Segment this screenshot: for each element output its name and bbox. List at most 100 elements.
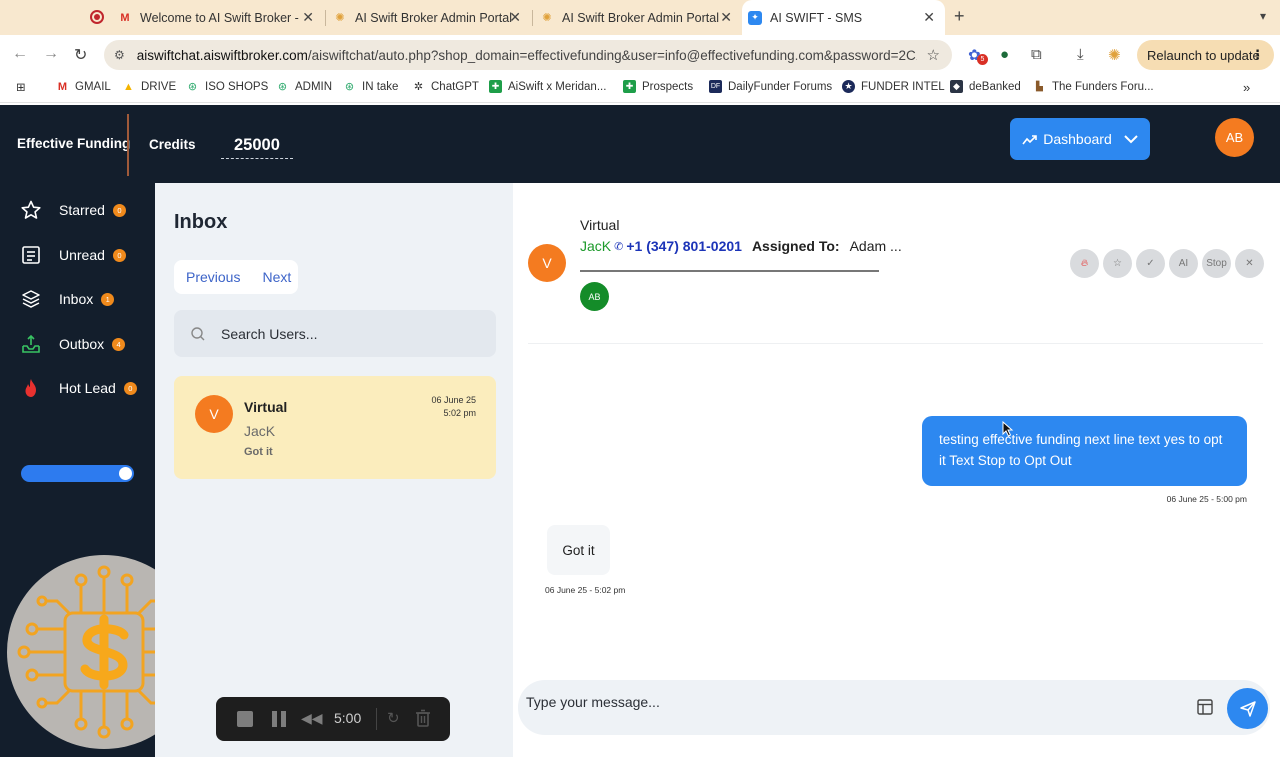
close-tab-icon[interactable]: ✕ [302,9,314,26]
sidebar-item-label: Inbox [59,291,94,307]
bookmark-drive[interactable]: ▲ DRIVE [122,80,176,93]
bookmark-chatgpt[interactable]: ✲ ChatGPT [412,80,479,94]
more-bookmarks-chevron-icon[interactable]: » [1243,80,1250,95]
inbox-panel: Inbox Previous Next V Virtual JacK Got i… [155,183,513,757]
download-icon[interactable]: ⤓ [1077,46,1084,63]
address-bar[interactable]: ⚙ aiswiftchat.aiswiftbroker.com/aiswiftc… [104,40,952,70]
screen-recorder-controls: ◀◀ 5:00 ↻ [216,697,450,741]
bookmark-funders-forum[interactable]: ▙ The Funders Foru... [1033,80,1154,93]
bookmark-debanked[interactable]: ◆ deBanked [950,80,1021,93]
fire-icon [20,377,42,399]
outbox-tray-icon [20,333,42,355]
recording-indicator-icon [90,10,104,24]
dashboard-button[interactable]: Dashboard [1010,118,1150,160]
more-vertical-icon[interactable]: ⋮ [1251,47,1264,63]
chat-actions: 🔥︎ ☆ ✓ AI Stop ✕ [1070,249,1264,278]
sidebar-toggle-slider[interactable] [21,465,134,482]
bookmark-intake[interactable]: ⊛ IN take [343,80,399,94]
tab-search-chevron-icon[interactable]: ▾ [1260,9,1266,23]
close-tab-icon[interactable]: ✕ [509,9,521,26]
chat-contact-name: Virtual [580,217,620,233]
sidebar-item-label: Unread [59,247,105,263]
app-header: Effective Funding Credits 25000 Dashboar… [0,105,1280,183]
bookmark-dailyfunder[interactable]: DF DailyFunder Forums [709,80,832,93]
pause-recording-icon[interactable] [272,711,286,727]
chat-pane: V Virtual JacK ✆ +1 (347) 801-0201 Assig… [513,183,1280,757]
conversation-item[interactable]: V Virtual JacK Got it 06 June 25 5:02 pm [174,376,496,479]
restart-recording-icon[interactable]: ↻ [387,709,400,727]
browser-tab-sms[interactable]: ✦ AI SWIFT - SMS ✕ [742,0,945,35]
apps-grid-icon[interactable]: ⊞ [16,80,26,94]
credits-value: 25000 [221,136,293,159]
bookmark-prospects[interactable]: ✚ Prospects [623,80,693,93]
site-settings-icon[interactable]: ⚙ [114,48,125,62]
sidebar-item-starred[interactable]: Starred 0 [20,198,150,222]
bookmark-gmail[interactable]: M GMAIL [56,80,111,93]
hot-lead-button[interactable]: 🔥︎ [1070,249,1099,278]
aiswift-sms-icon: ✦ [748,10,762,25]
send-button[interactable] [1227,688,1268,729]
sidebar-item-hot-lead[interactable]: Hot Lead 0 [20,376,150,400]
back-arrow-icon[interactable]: ← [12,45,28,63]
grammarly-icon[interactable]: ● [1000,46,1009,63]
extensions-puzzle-icon[interactable]: ⧉ [1031,46,1042,63]
relaunch-button[interactable]: Relaunch to update ⋮ [1137,40,1274,70]
compose-bar [518,680,1270,735]
ai-button[interactable]: AI [1169,249,1198,278]
bookmark-funder-intel[interactable]: ★ FUNDER INTEL [842,80,945,93]
delete-recording-icon[interactable] [415,709,431,727]
sidebar-item-label: Starred [59,202,105,218]
incoming-message: Got it [547,525,610,575]
star-icon [20,199,42,221]
sidebar-item-outbox[interactable]: Outbox 4 [20,332,150,356]
close-chat-button[interactable]: ✕ [1235,249,1264,278]
header-divider [127,114,129,176]
last-message-preview: Got it [244,446,273,458]
bookmark-iso-shops[interactable]: ⊛ ISO SHOPS [186,80,268,94]
outgoing-message-time: 06 June 25 - 5:00 pm [1166,494,1247,504]
sidebar-item-inbox[interactable]: Inbox 1 [20,287,150,311]
search-input[interactable] [221,325,481,342]
url-text[interactable]: aiswiftchat.aiswiftbroker.com/aiswiftcha… [137,48,917,63]
outgoing-message: testing effective funding next line text… [922,416,1247,486]
assignee-avatar-chip[interactable]: AB [580,282,609,311]
previous-button[interactable]: Previous [186,269,240,285]
sheets-icon: ✚ [623,80,636,93]
fire-icon: 🔥︎ [1080,258,1089,269]
close-tab-icon[interactable]: ✕ [720,9,732,26]
bookmarks-bar: ⊞ M GMAIL ▲ DRIVE ⊛ ISO SHOPS ⊛ ADMIN ⊛ IN ta… [0,75,1280,103]
user-avatar[interactable]: AB [1215,118,1254,157]
rewind-icon[interactable]: ◀◀ [301,710,323,727]
search-icon [191,326,205,340]
new-tab-icon[interactable]: + [954,6,965,27]
message-input[interactable] [526,694,1126,710]
browser-tab-welcome[interactable]: M Welcome to AI Swift Broker - ✕ [118,0,324,35]
next-button[interactable]: Next [262,269,291,285]
sidebar-item-unread[interactable]: Unread 0 [20,243,150,267]
stop-recording-icon[interactable] [237,711,253,727]
template-icon[interactable] [1196,698,1214,716]
search-box [174,310,496,357]
assignee-name[interactable]: Adam ... [850,238,902,254]
reload-icon[interactable]: ↻ [74,45,87,65]
chevron-down-icon [1124,134,1138,143]
close-tab-icon[interactable]: ✕ [923,9,935,26]
bookmark-star-icon[interactable]: ☆ [927,46,940,64]
bookmark-aiswift-meridan[interactable]: ✚ AiSwift x Meridan... [489,80,606,93]
forward-arrow-icon[interactable]: → [43,45,59,63]
sidebar-item-label: Outbox [59,336,105,352]
contact-avatar: V [195,395,233,433]
forum-icon: ▙ [1036,81,1043,91]
bookmark-admin[interactable]: ⊛ ADMIN [276,80,332,94]
browser-tab-admin-portal-1[interactable]: ✺ AI Swift Broker Admin Portal ✕ [325,0,531,35]
phone-number[interactable]: +1 (347) 801-0201 [626,238,742,254]
mark-read-button[interactable]: ✓ [1136,249,1165,278]
send-plane-icon [1239,700,1256,717]
gmail-icon: M [57,80,68,93]
profile-icon[interactable]: ✺ [1108,46,1121,64]
slider-knob[interactable] [119,467,132,480]
stop-button[interactable]: Stop [1202,249,1231,278]
browser-tab-admin-portal-2[interactable]: ✺ AI Swift Broker Admin Portal ✕ [532,0,742,35]
star-button[interactable]: ☆ [1103,249,1132,278]
chat-contact-avatar: V [528,244,566,282]
